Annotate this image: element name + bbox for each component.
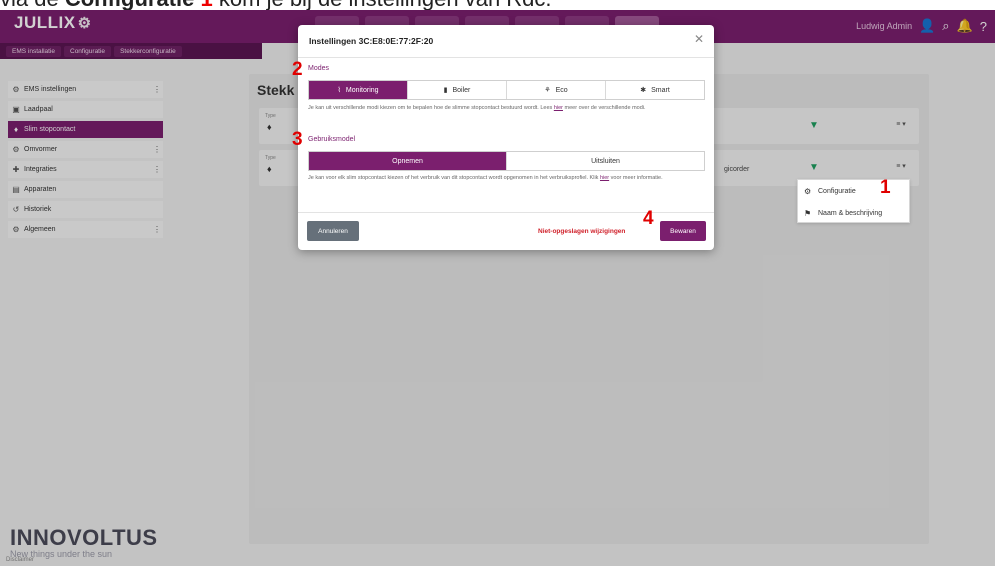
help-text: Je kan voor elk slim stopcontact kiezen … <box>308 175 599 181</box>
mode-label: Boiler <box>452 86 471 94</box>
modal-header: Instellingen 3C:E8:0E:77:2F:20 ✕ <box>298 25 714 58</box>
context-item-naam[interactable]: ⚑ Naam & beschrijving <box>798 202 909 224</box>
usage-option-label: Uitsluiten <box>591 157 620 165</box>
step-marker-2: 2 <box>292 59 303 80</box>
gear-icon: ⚙ <box>804 186 812 196</box>
context-item-label: Naam & beschrijving <box>818 209 883 217</box>
mode-label: Eco <box>555 86 568 94</box>
mode-boiler-button[interactable]: ▮ Boiler <box>408 81 507 99</box>
instruction-caption: via de Configuratie 1 kom je bij de inst… <box>0 0 995 11</box>
usage-exclude-button[interactable]: Uitsluiten <box>507 152 704 170</box>
usage-help-text: Je kan voor elk slim stopcontact kiezen … <box>308 174 703 183</box>
close-icon[interactable]: ✕ <box>694 32 704 46</box>
usage-label: Gebruiksmodel <box>308 136 356 143</box>
context-menu: ⚙ Configuratie ⚑ Naam & beschrijving <box>797 179 910 223</box>
help-link[interactable]: hier <box>554 105 563 111</box>
help-text: meer over de verschillende modi. <box>564 105 646 111</box>
cancel-button[interactable]: Annuleren <box>307 221 359 241</box>
mode-label: Smart <box>651 86 670 94</box>
step-marker-4: 4 <box>643 208 654 229</box>
mode-eco-button[interactable]: ⚘ Eco <box>507 81 606 99</box>
tag-icon: ⚑ <box>804 208 812 218</box>
help-link[interactable]: hier <box>600 175 609 181</box>
eco-icon: ⚘ <box>544 87 551 94</box>
usage-include-button[interactable]: Opnemen <box>309 152 507 170</box>
modes-label: Modes <box>308 65 330 72</box>
usage-option-label: Opnemen <box>392 157 423 165</box>
modal-title: Instellingen 3C:E8:0E:77:2F:20 <box>309 36 434 46</box>
modes-help-text: Je kan uit verschillende modi kiezen om … <box>308 104 703 113</box>
mode-label: Monitoring <box>345 86 379 94</box>
context-item-label: Configuratie <box>818 187 856 195</box>
modes-selector: ⌇ Monitoring ▮ Boiler ⚘ Eco ✱ Smart <box>308 80 705 100</box>
step-marker-3: 3 <box>292 129 303 150</box>
save-button[interactable]: Bewaren <box>660 221 706 241</box>
help-text: voor meer informatie. <box>610 175 663 181</box>
step-marker-1: 1 <box>880 177 891 198</box>
brain-icon: ✱ <box>640 87 647 94</box>
usage-selector: Opnemen Uitsluiten <box>308 151 705 171</box>
help-text: Je kan uit verschillende modi kiezen om … <box>308 105 553 111</box>
unsaved-changes-label: Niet-opgeslagen wijzigingen <box>538 228 626 235</box>
boiler-icon: ▮ <box>443 87 448 94</box>
chart-icon: ⌇ <box>337 87 341 94</box>
mode-smart-button[interactable]: ✱ Smart <box>606 81 704 99</box>
context-item-configuratie[interactable]: ⚙ Configuratie <box>798 180 909 202</box>
mode-monitoring-button[interactable]: ⌇ Monitoring <box>309 81 408 99</box>
